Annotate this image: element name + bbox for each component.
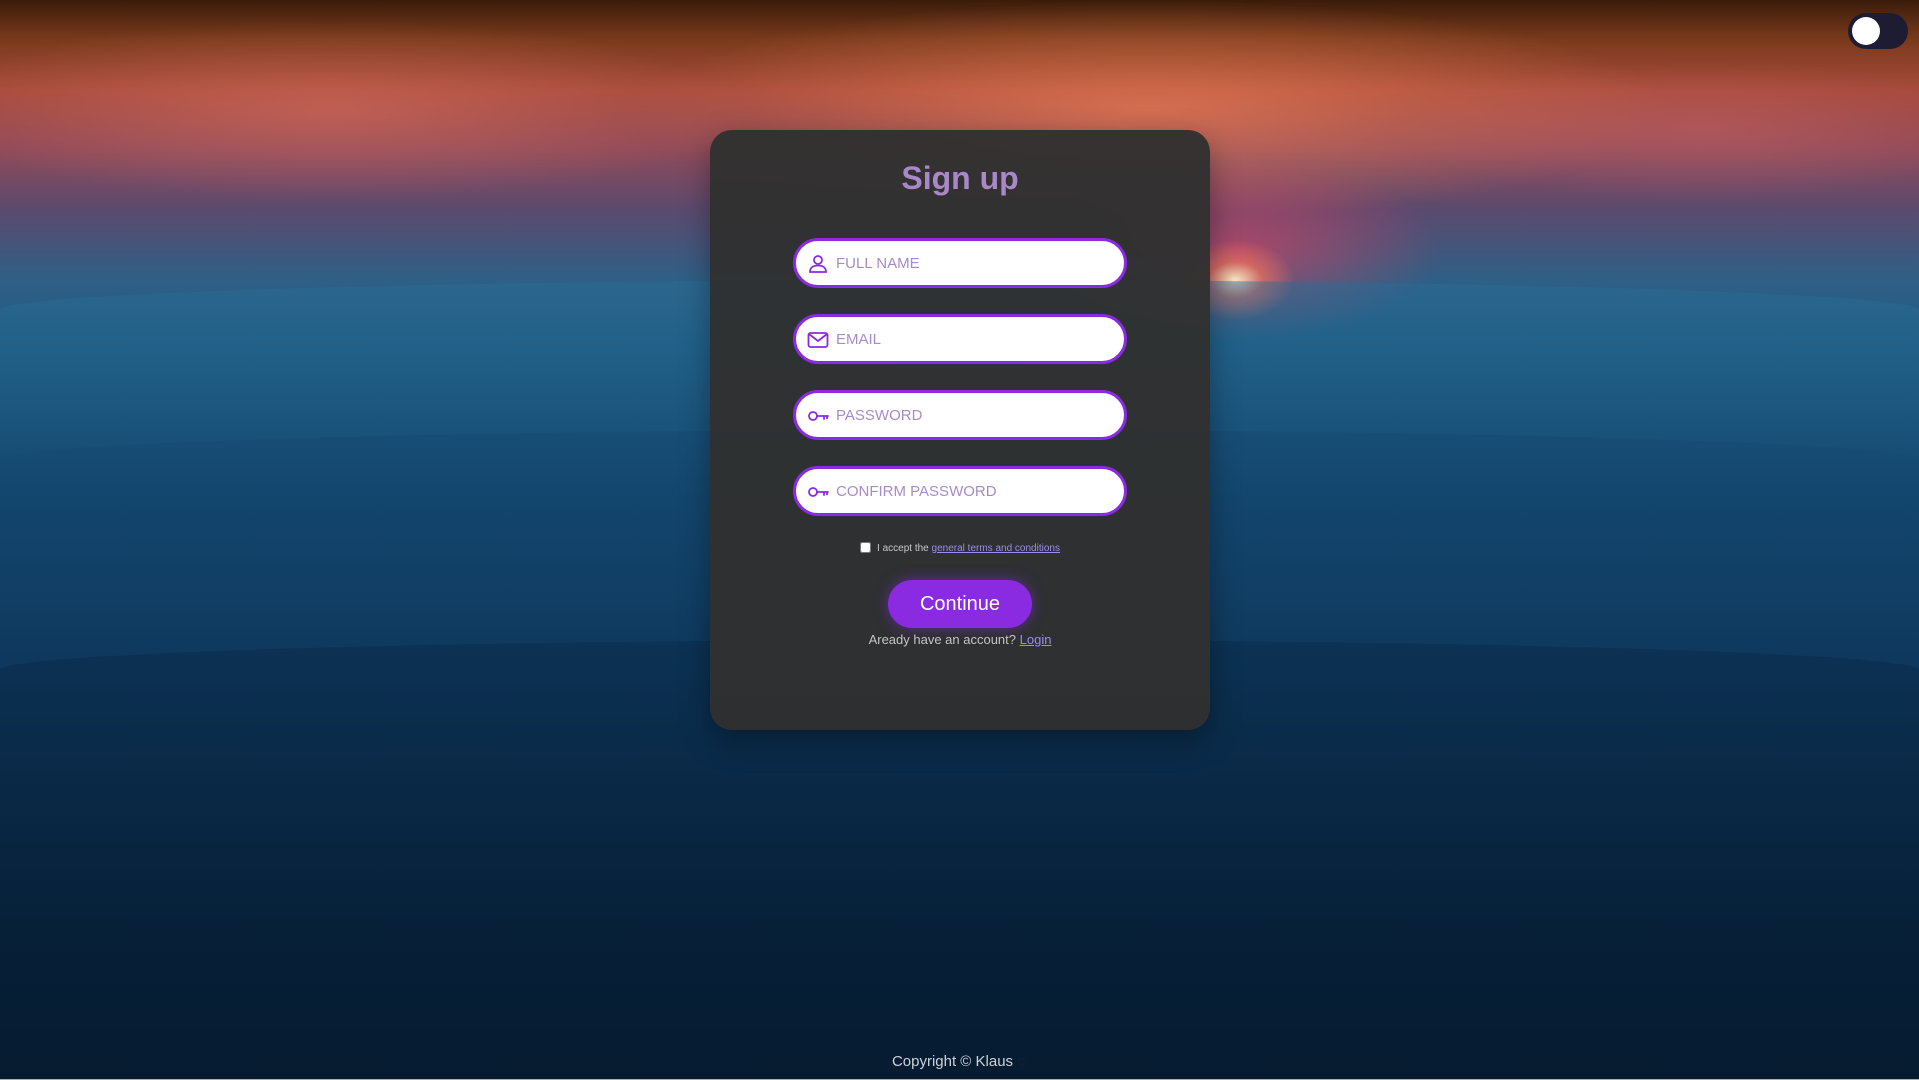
confirm-password-input[interactable] [836, 469, 1116, 513]
terms-label: I accept the [877, 543, 929, 554]
copyright-text: Copyright © Klaus [891, 1053, 1014, 1070]
terms-row: I accept the general terms and condition… [710, 542, 1210, 554]
login-link[interactable]: Login [1020, 632, 1052, 647]
continue-button[interactable]: Continue [888, 580, 1032, 628]
theme-toggle[interactable] [1848, 13, 1908, 49]
form-title: Sign up [901, 160, 1019, 196]
login-prompt-text: Aready have an account? [868, 632, 1016, 647]
signup-card: Sign up I accept the general terms and c… [710, 130, 1210, 730]
email-input[interactable] [836, 317, 1116, 361]
mail-icon [807, 332, 829, 348]
key-icon [808, 487, 829, 497]
full-name-field[interactable] [793, 238, 1127, 288]
heart-icon: ♡ [1017, 1057, 1027, 1069]
toggle-knob [1852, 17, 1880, 45]
password-field[interactable] [793, 390, 1127, 440]
terms-checkbox[interactable] [860, 542, 872, 553]
full-name-input[interactable] [836, 241, 1116, 285]
user-icon [809, 255, 827, 273]
email-field[interactable] [793, 314, 1127, 364]
footer: Copyright © Klaus ♡ [0, 1053, 1919, 1070]
password-input[interactable] [836, 393, 1116, 437]
key-icon [808, 411, 829, 421]
confirm-password-field[interactable] [793, 466, 1127, 516]
terms-link[interactable]: general terms and conditions [932, 543, 1060, 554]
login-prompt: Aready have an account? Login [710, 632, 1210, 647]
